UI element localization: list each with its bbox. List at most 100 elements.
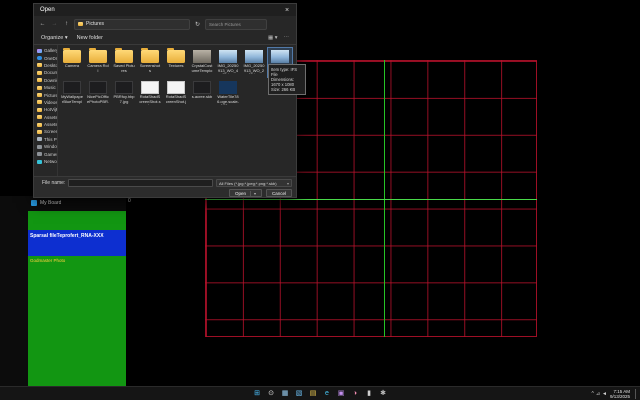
canvas-axis-horizontal: [205, 199, 537, 200]
file-item[interactable]: IMG_20250913_WO_265.jpg: [241, 47, 267, 78]
file-name: CrystalCostumeTemploy.png: [190, 64, 214, 74]
file-item[interactable]: IMG_20250913_WO_471.jpg: [215, 47, 241, 78]
file-item[interactable]: s.acree.skb: [189, 78, 215, 109]
organize-button[interactable]: Organize ▾: [41, 35, 68, 41]
paint-icon[interactable]: ◑: [350, 389, 360, 399]
dialog-title: Open: [40, 7, 278, 13]
sidebar-item-label: OneDrive: [44, 56, 57, 61]
dialog-footer: File name: All Files (*.jpg;*.jpeg;*.png…: [34, 176, 296, 197]
open-split-caret-icon[interactable]: ▾: [250, 191, 256, 196]
clock[interactable]: 7:15 AM 9/13/2025: [610, 389, 630, 399]
volume-icon[interactable]: ◄: [602, 391, 607, 397]
widgets-icon[interactable]: ▧: [294, 389, 304, 399]
sidebar-item-icon: [37, 123, 42, 127]
breadcrumb[interactable]: Pictures: [86, 21, 104, 27]
sidebar-item[interactable]: Assets: [34, 121, 57, 128]
texture-preview[interactable]: Sparsal fileTeprofert_RNA-XXX Godmaster …: [28, 211, 126, 386]
sidebar-item[interactable]: Gallery: [34, 47, 57, 54]
file-item[interactable]: Saved Pictures: [111, 47, 137, 78]
file-name: RotaShadScreenShot.jpg: [164, 95, 188, 105]
file-item[interactable]: Camera Roll: [85, 47, 111, 78]
sidebar-item-icon: [37, 71, 42, 75]
file-name-input[interactable]: [68, 179, 213, 187]
sidebar-item-label: Games (D:): [44, 152, 57, 157]
file-explorer-icon[interactable]: ▤: [308, 389, 318, 399]
sidebar-item-icon: [37, 63, 42, 67]
sidebar-item-label: Documents: [44, 70, 57, 75]
sidebar-item[interactable]: HotVijRotaSha: [34, 106, 57, 113]
back-icon[interactable]: ←: [38, 21, 47, 27]
tooltip-line: Size: 266 KB: [271, 87, 303, 92]
tray-date: 9/13/2025: [610, 394, 630, 399]
dialog-body: Gallery OneDrive Desktop Documen: [34, 45, 296, 176]
new-folder-button[interactable]: New folder: [77, 35, 103, 41]
file-item[interactable]: PBRfoy.hbp7.jpg: [111, 78, 137, 109]
sidebar-item[interactable]: Documents: [34, 69, 57, 76]
hidden-icons-chevron[interactable]: ^: [591, 391, 593, 397]
terminal-icon[interactable]: ▮: [364, 389, 374, 399]
tooltip-line: Item type: IFS File: [271, 67, 303, 77]
sidebar-item[interactable]: Music: [34, 84, 57, 91]
sidebar-item[interactable]: Screenshots: [34, 128, 57, 135]
file-item[interactable]: Textures: [163, 47, 189, 78]
sidebar-item[interactable]: Network: [34, 158, 57, 165]
file-thumbnail: [271, 50, 289, 63]
file-item[interactable]: CrystalCostumeTemploy.png: [189, 47, 215, 78]
address-bar[interactable]: Pictures: [74, 19, 190, 30]
selected-entry[interactable]: Sparsal fileTeprofert_RNA-XXX: [28, 230, 126, 256]
sidebar-item-icon: [37, 145, 42, 149]
sidebar-item[interactable]: Desktop: [34, 62, 57, 69]
file-thumbnail: [219, 50, 237, 63]
sidebar-item[interactable]: Downloads: [34, 77, 57, 84]
sidebar-item-label: Gallery: [44, 48, 57, 53]
sidebar-item[interactable]: Assets: [34, 114, 57, 121]
close-icon[interactable]: ×: [278, 4, 296, 16]
sidebar-item-icon: [37, 108, 42, 112]
file-name-label: File name:: [42, 180, 65, 186]
sidebar-item[interactable]: Pictures: [34, 91, 57, 98]
task-view-icon[interactable]: ▦: [280, 389, 290, 399]
cancel-button[interactable]: Cancel: [266, 189, 292, 197]
file-item[interactable]: NicePicOfficePhotoPBR.png: [85, 78, 111, 109]
sidebar-item-icon: [37, 49, 42, 53]
sidebar-item-label: Assets: [44, 115, 57, 120]
sidebar-item[interactable]: Windows (C:): [34, 143, 57, 150]
network-icon[interactable]: ⊿: [596, 391, 600, 397]
dialog-command-bar: Organize ▾ New folder ▦ ▾ ⋯: [34, 32, 296, 45]
file-item[interactable]: Camera: [59, 47, 85, 78]
folder-icon: [78, 22, 83, 26]
view-options-icon[interactable]: ▦ ▾: [268, 35, 278, 41]
file-item[interactable]: RotaShadScreenShot.jpg: [163, 78, 189, 109]
more-options-icon[interactable]: ⋯: [284, 35, 290, 41]
file-item[interactable]: RotaShadScreenShot.sks: [137, 78, 163, 109]
sidebar-item[interactable]: Games (D:): [34, 150, 57, 157]
refresh-icon[interactable]: ↻: [193, 21, 202, 28]
app-left-panel: My Board Sparsal fileTeprofert_RNA-XXX G…: [0, 196, 126, 386]
photos-icon[interactable]: ▣: [336, 389, 346, 399]
file-thumbnail: [245, 50, 263, 63]
settings-icon[interactable]: ✱: [378, 389, 388, 399]
file-name: Screenshots: [138, 64, 162, 74]
file-item[interactable]: WaterTile786.oge.scale-100.png: [215, 78, 241, 109]
search-input[interactable]: [205, 19, 267, 30]
forward-icon[interactable]: →: [50, 21, 59, 27]
sidebar-item-label: Windows (C:): [44, 144, 57, 149]
edge-icon[interactable]: e: [322, 389, 332, 399]
file-thumbnail: [141, 50, 159, 63]
show-desktop-button[interactable]: [635, 389, 637, 399]
file-item[interactable]: Screenshots: [137, 47, 163, 78]
file-item[interactable]: MyWallpaperBlueTemple.png: [59, 78, 85, 109]
tooltip-line: Dimensions: 1670 x 1080: [271, 77, 303, 87]
sidebar-item[interactable]: Videos: [34, 99, 57, 106]
sidebar-item[interactable]: This PC: [34, 136, 57, 143]
file-info-tooltip: Item type: IFS File Dimensions: 1670 x 1…: [268, 64, 306, 95]
file-type-dropdown[interactable]: All Files (*.jpg;*.jpeg;*.png;*.skb) ▾: [216, 179, 292, 187]
up-icon[interactable]: ↑: [62, 21, 71, 27]
file-name: RotaShadScreenShot.sks: [138, 95, 162, 105]
sidebar-item-label: Downloads: [44, 78, 57, 83]
search-icon[interactable]: ⊙: [266, 389, 276, 399]
sidebar-item[interactable]: OneDrive: [34, 54, 57, 61]
open-button[interactable]: Open ▾: [229, 189, 262, 197]
file-name: Camera Roll: [86, 64, 110, 74]
start-button[interactable]: ⊞: [252, 389, 262, 399]
